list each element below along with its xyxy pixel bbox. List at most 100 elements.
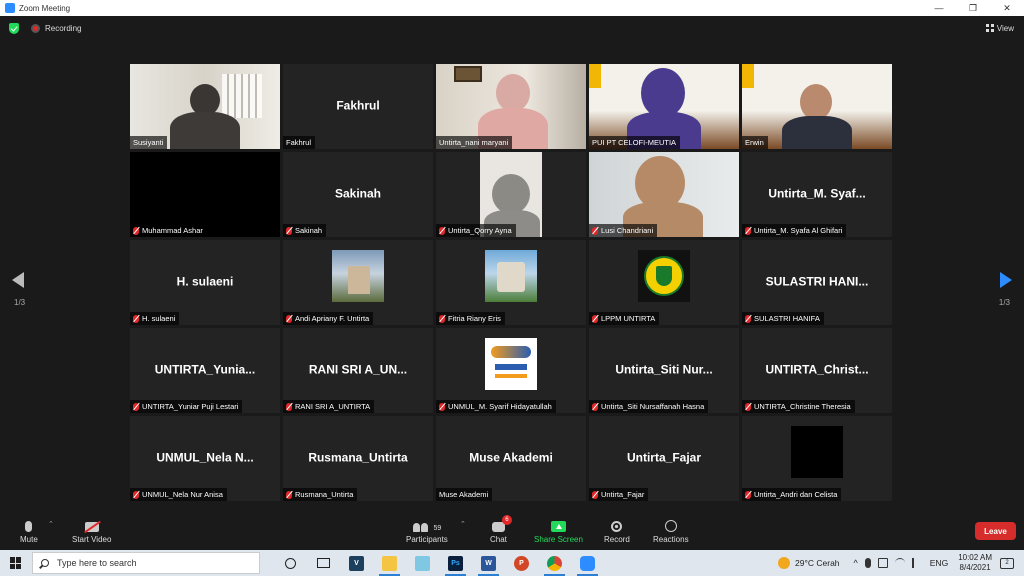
participant-tile[interactable]: UNTIRTA_Yunia... UNTIRTA_Yuniar Puji Les…	[130, 328, 280, 413]
weather-text[interactable]: 29°C Cerah	[795, 558, 840, 568]
next-page-arrow-icon[interactable]	[1000, 272, 1012, 288]
window-title: Zoom Meeting	[19, 3, 71, 13]
taskbar-search-box[interactable]: Type here to search	[32, 552, 260, 574]
participant-nametag: SULASTRI HANIFA	[742, 312, 824, 325]
participant-tile[interactable]: Sakinah Sakinah	[283, 152, 433, 237]
participant-tile[interactable]: Fitria Riany Eris	[436, 240, 586, 325]
participant-tile[interactable]: Rusmana_Untirta Rusmana_Untirta	[283, 416, 433, 501]
participant-nametag: Untirta_Qorry Ayna	[436, 224, 516, 237]
participant-tile[interactable]: Lusi Chandriani	[589, 152, 739, 237]
participant-tile[interactable]: UNMUL_M. Syarif Hidayatullah	[436, 328, 586, 413]
muted-mic-icon	[745, 226, 751, 235]
record-button[interactable]: Record	[604, 516, 630, 544]
photoshop-icon: Ps	[448, 555, 463, 571]
chat-button[interactable]: 6 Chat	[490, 515, 512, 544]
participant-nametag: Fakhrul	[283, 136, 316, 149]
start-video-button[interactable]: Start Video	[72, 516, 111, 544]
minimize-button[interactable]: —	[922, 0, 956, 16]
participant-tile[interactable]: PUI PT CELOFI-MEUTIA	[589, 64, 739, 149]
participants-label: Participants	[406, 535, 448, 544]
view-button[interactable]: View	[985, 24, 1014, 33]
taskbar-app-explorer[interactable]	[373, 550, 406, 576]
task-view-icon[interactable]	[307, 550, 340, 576]
participant-display-name: UNTIRTA_Yunia...	[154, 362, 256, 377]
muted-mic-icon	[745, 402, 751, 411]
participant-tile[interactable]: UNMUL_Nela N... UNMUL_Nela Nur Anisa	[130, 416, 280, 501]
participant-tile[interactable]: UNTIRTA_Christ... UNTIRTA_Christine Ther…	[742, 328, 892, 413]
video-off-icon	[84, 522, 99, 532]
tray-mic-icon[interactable]	[864, 558, 871, 568]
taskbar-app-zoom[interactable]	[571, 550, 604, 576]
task-view-button[interactable]	[274, 550, 307, 576]
taskbar-app-vegas[interactable]: V	[340, 550, 373, 576]
chat-icon: 6	[491, 515, 512, 532]
participants-count: 59	[433, 525, 442, 532]
participant-tile[interactable]: H. sulaeni H. sulaeni	[130, 240, 280, 325]
volume-icon[interactable]	[911, 558, 922, 568]
windows-start-icon[interactable]	[10, 557, 22, 569]
close-button[interactable]: ✕	[990, 0, 1024, 16]
participant-tile[interactable]: Untirta_nani maryani	[436, 64, 586, 149]
taskbar-app-photoshop[interactable]: Ps	[439, 550, 472, 576]
participant-nametag: UNTIRTA_Christine Theresia	[742, 400, 855, 413]
participant-tile[interactable]: Fakhrul Fakhrul	[283, 64, 433, 149]
clock-date: 8/4/2021	[959, 563, 991, 572]
zoom-app-icon	[5, 3, 15, 13]
chat-label: Chat	[490, 535, 507, 544]
participant-nametag: Untirta_nani maryani	[436, 136, 513, 149]
participant-tile[interactable]: Muhammad Ashar	[130, 152, 280, 237]
taskbar-app-chrome[interactable]	[538, 550, 571, 576]
muted-mic-icon	[439, 314, 445, 323]
tray-display-icon[interactable]	[877, 558, 888, 568]
security-shield-icon[interactable]	[9, 22, 19, 34]
maximize-button[interactable]: ❐	[956, 0, 990, 16]
previous-page-arrow-icon[interactable]	[12, 272, 24, 288]
muted-mic-icon	[133, 226, 139, 235]
mute-button[interactable]: Mute	[20, 516, 38, 544]
notification-center-icon[interactable]: 2	[1000, 557, 1014, 569]
participant-tile[interactable]: Untirta_Siti Nur... Untirta_Siti Nursaff…	[589, 328, 739, 413]
participant-tile[interactable]: RANI SRI A_UN... RANI SRI A_UNTIRTA	[283, 328, 433, 413]
participant-tile[interactable]: LPPM UNTIRTA	[589, 240, 739, 325]
participant-tile[interactable]: Untirta_Andri dan Celista	[742, 416, 892, 501]
participant-display-name: H. sulaeni	[176, 274, 234, 289]
participant-tile[interactable]: Muse Akademi Muse Akademi	[436, 416, 586, 501]
participants-button[interactable]: 59 Participants	[406, 516, 448, 544]
participant-display-name: Rusmana_Untirta	[308, 450, 408, 465]
participant-tile[interactable]: Susiyanti	[130, 64, 280, 149]
participants-options-caret-icon[interactable]: ⌃	[460, 520, 466, 528]
word-icon: W	[481, 555, 496, 571]
taskbar-clock[interactable]: 10:02 AM 8/4/2021	[958, 553, 992, 573]
reactions-button[interactable]: Reactions	[653, 516, 689, 544]
audio-options-caret-icon[interactable]: ⌃	[48, 520, 54, 528]
participant-nametag: Fitria Riany Eris	[436, 312, 505, 325]
participant-profile-picture	[485, 337, 537, 390]
participant-tile[interactable]: Untirta_Qorry Ayna	[436, 152, 586, 237]
share-screen-button[interactable]: Share Screen	[534, 516, 583, 544]
language-indicator[interactable]: ENG	[930, 558, 948, 568]
leave-button[interactable]: Leave	[975, 522, 1016, 540]
participant-nametag: UNMUL_Nela Nur Anisa	[130, 488, 227, 501]
participant-tile[interactable]: SULASTRI HANI... SULASTRI HANIFA	[742, 240, 892, 325]
taskbar-app-word[interactable]: W	[472, 550, 505, 576]
participant-tile[interactable]: Erwin	[742, 64, 892, 149]
powerpoint-icon: P	[514, 555, 529, 571]
participant-nametag: Muhammad Ashar	[130, 224, 207, 237]
taskbar-app-powerpoint[interactable]: P	[505, 550, 538, 576]
search-placeholder: Type here to search	[57, 558, 137, 568]
gallery-view: 1/3 1/3 Susiyanti Fakhrul Fakhrul Untirt…	[0, 40, 1024, 510]
wifi-icon[interactable]	[894, 558, 905, 568]
muted-mic-icon	[745, 490, 751, 499]
tray-chevron-up-icon[interactable]: ^	[854, 558, 858, 568]
participant-tile[interactable]: Andi Apriany F. Untirta	[283, 240, 433, 325]
muted-mic-icon	[133, 490, 139, 499]
search-icon	[41, 559, 49, 567]
participant-tile[interactable]: Untirta_M. Syaf... Untirta_M. Syafa Al G…	[742, 152, 892, 237]
participant-display-name: Untirta_Siti Nur...	[615, 362, 713, 377]
participant-tile[interactable]: Untirta_Fajar Untirta_Fajar	[589, 416, 739, 501]
participant-nametag: Susiyanti	[130, 136, 168, 149]
page-indicator-left: 1/3	[14, 298, 26, 307]
grid-icon	[985, 24, 994, 32]
taskbar-app-notes[interactable]	[406, 550, 439, 576]
notification-count: 2	[1005, 560, 1009, 566]
